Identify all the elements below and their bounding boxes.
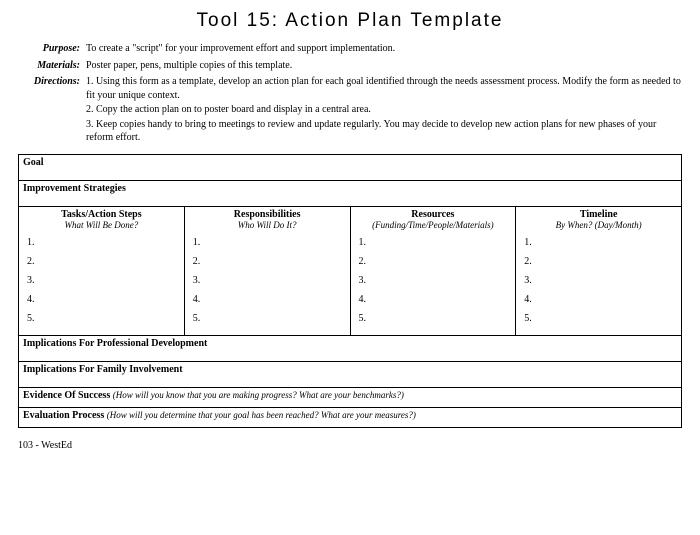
num: 5. — [193, 313, 342, 324]
page-footer: 103 - WestEd — [18, 440, 682, 451]
purpose-row: Purpose: To create a "script" for your i… — [18, 42, 682, 56]
col-sub: By When? (Day/Month) — [520, 220, 677, 230]
col-head: Responsibilities — [189, 209, 346, 220]
evidence-sub-text: (How will you know that you are making p… — [113, 390, 404, 400]
materials-text: Poster paper, pens, multiple copies of t… — [86, 59, 682, 73]
list-cell: 1. 2. 3. 4. 5. — [19, 232, 185, 336]
col-sub: (Funding/Time/People/Materials) — [355, 220, 512, 230]
num: 1. — [359, 237, 508, 248]
col-tasks: Tasks/Action Steps What Will Be Done? — [19, 206, 185, 232]
num: 4. — [193, 294, 342, 305]
num: 5. — [524, 313, 673, 324]
num: 2. — [27, 256, 176, 267]
action-plan-table: Goal Improvement Strategies Tasks/Action… — [18, 154, 682, 428]
list-row: 1. 2. 3. 4. 5. 1. 2. 3. 4. 5. 1. 2. 3. 4… — [19, 232, 682, 336]
goal-header: Goal — [19, 154, 682, 180]
num: 3. — [524, 275, 673, 286]
num: 3. — [193, 275, 342, 286]
num: 2. — [193, 256, 342, 267]
col-sub: Who Will Do It? — [189, 220, 346, 230]
direction-item: 2. Copy the action plan on to poster boa… — [86, 103, 682, 117]
materials-label: Materials: — [18, 59, 86, 73]
num: 3. — [27, 275, 176, 286]
list-cell: 1. 2. 3. 4. 5. — [184, 232, 350, 336]
evaluation-sub-text: (How will you determine that your goal h… — [107, 410, 416, 420]
num: 5. — [27, 313, 176, 324]
num: 1. — [27, 237, 176, 248]
implications-pd-header: Implications For Professional Developmen… — [19, 335, 682, 361]
evidence-head-text: Evidence Of Success — [23, 390, 110, 401]
directions-list: 1. Using this form as a template, develo… — [86, 75, 682, 146]
purpose-text: To create a "script" for your improvemen… — [86, 42, 682, 56]
num: 2. — [524, 256, 673, 267]
column-headers: Tasks/Action Steps What Will Be Done? Re… — [19, 206, 682, 232]
purpose-label: Purpose: — [18, 42, 86, 56]
col-sub: What Will Be Done? — [23, 220, 180, 230]
evaluation-header: Evaluation Process (How will you determi… — [19, 407, 682, 427]
col-head: Tasks/Action Steps — [23, 209, 180, 220]
col-responsibilities: Responsibilities Who Will Do It? — [184, 206, 350, 232]
num: 1. — [193, 237, 342, 248]
evaluation-head-text: Evaluation Process — [23, 410, 104, 421]
col-resources: Resources (Funding/Time/People/Materials… — [350, 206, 516, 232]
directions-label: Directions: — [18, 75, 86, 146]
num: 4. — [524, 294, 673, 305]
page-title: Tool 15: Action Plan Template — [18, 10, 682, 32]
direction-item: 3. Keep copies handy to bring to meeting… — [86, 118, 682, 145]
col-head: Resources — [355, 209, 512, 220]
implications-family-header: Implications For Family Involvement — [19, 361, 682, 387]
list-cell: 1. 2. 3. 4. 5. — [516, 232, 682, 336]
materials-row: Materials: Poster paper, pens, multiple … — [18, 59, 682, 73]
col-timeline: Timeline By When? (Day/Month) — [516, 206, 682, 232]
num: 5. — [359, 313, 508, 324]
num: 4. — [27, 294, 176, 305]
num: 1. — [524, 237, 673, 248]
directions-row: Directions: 1. Using this form as a temp… — [18, 75, 682, 146]
evidence-header: Evidence Of Success (How will you know t… — [19, 387, 682, 407]
num: 2. — [359, 256, 508, 267]
col-head: Timeline — [520, 209, 677, 220]
num: 3. — [359, 275, 508, 286]
direction-item: 1. Using this form as a template, develo… — [86, 75, 682, 102]
num: 4. — [359, 294, 508, 305]
list-cell: 1. 2. 3. 4. 5. — [350, 232, 516, 336]
improvement-header: Improvement Strategies — [19, 180, 682, 206]
